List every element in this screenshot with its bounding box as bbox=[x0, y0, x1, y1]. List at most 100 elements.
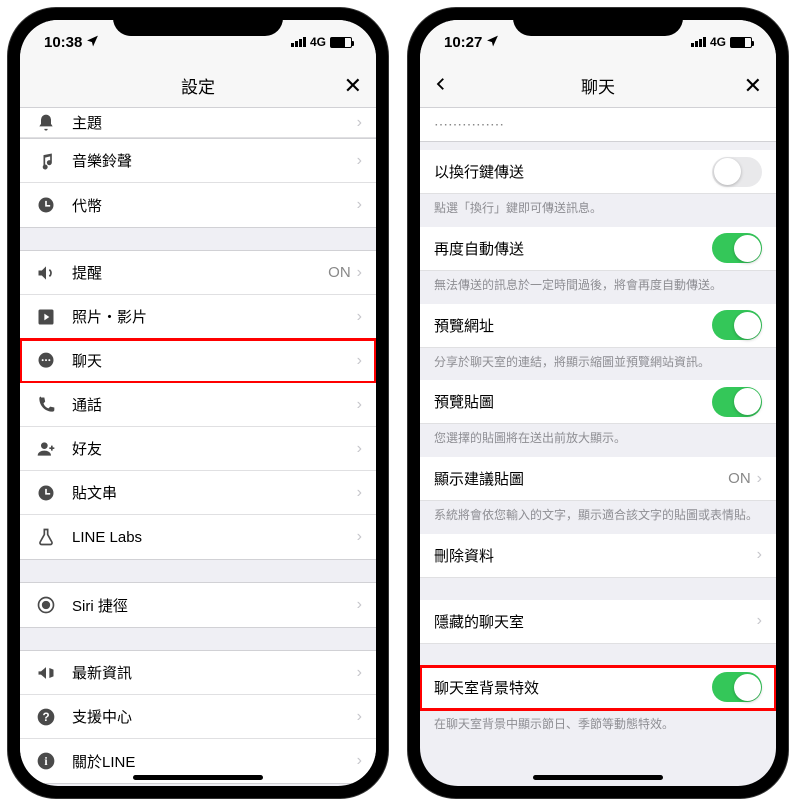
setting-row[interactable]: 以換行鍵傳送 bbox=[420, 150, 776, 194]
svg-text:?: ? bbox=[42, 711, 49, 724]
toggle-switch[interactable] bbox=[712, 157, 762, 187]
location-icon bbox=[86, 34, 99, 51]
page-title: 聊天 bbox=[581, 73, 615, 98]
list-item[interactable]: 音樂鈴聲 › bbox=[20, 139, 376, 183]
status-time: 10:38 bbox=[44, 34, 82, 51]
setting-label: 隱藏的聊天室 bbox=[434, 611, 757, 632]
item-label: 聊天 bbox=[72, 350, 357, 371]
notch bbox=[513, 8, 683, 36]
chevron-right-icon: › bbox=[757, 470, 762, 488]
setting-label: 刪除資料 bbox=[434, 545, 757, 566]
close-icon[interactable]: ✕ bbox=[744, 73, 762, 99]
list-item[interactable]: 照片・影片 › bbox=[20, 295, 376, 339]
setting-description: 分享於聊天室的連結，將顯示縮圖並預覽網站資訊。 bbox=[420, 348, 776, 381]
section-gap bbox=[20, 560, 376, 582]
toggle-switch[interactable] bbox=[712, 310, 762, 340]
list-item[interactable]: 好友 › bbox=[20, 427, 376, 471]
network-label: 4G bbox=[310, 35, 326, 49]
chevron-right-icon: › bbox=[757, 612, 762, 630]
speaker-icon bbox=[34, 261, 58, 285]
mega-icon bbox=[34, 661, 58, 685]
setting-description: 系統將會依您輸入的文字，顯示適合該文字的貼圖或表情貼。 bbox=[420, 501, 776, 534]
setting-row[interactable]: 隱藏的聊天室› bbox=[420, 600, 776, 644]
list-item[interactable]: 最新資訊 › bbox=[20, 651, 376, 695]
item-label: 主題 bbox=[72, 112, 357, 133]
chevron-right-icon: › bbox=[357, 596, 362, 614]
chat-settings-list[interactable]: ⋯⋯⋯⋯⋯ 以換行鍵傳送點選「換行」鍵即可傳送訊息。 再度自動傳送無法傳送的訊息… bbox=[420, 108, 776, 786]
setting-description: 您選擇的貼圖將在送出前放大顯示。 bbox=[420, 424, 776, 457]
chevron-right-icon: › bbox=[357, 484, 362, 502]
setting-row[interactable]: 預覽網址 bbox=[420, 304, 776, 348]
toggle-switch[interactable] bbox=[712, 387, 762, 417]
flask-icon bbox=[34, 525, 58, 549]
list-item[interactable]: 貼文串 › bbox=[20, 471, 376, 515]
signal-icon bbox=[291, 37, 306, 47]
battery-icon bbox=[730, 37, 752, 48]
toggle-switch[interactable] bbox=[712, 233, 762, 263]
setting-label: 聊天室背景特效 bbox=[434, 677, 712, 698]
setting-label: 預覽網址 bbox=[434, 315, 712, 336]
chevron-right-icon: › bbox=[357, 396, 362, 414]
section-gap bbox=[420, 578, 776, 600]
battery-icon bbox=[330, 37, 352, 48]
setting-description: 無法傳送的訊息於一定時間過後，將會再度自動傳送。 bbox=[420, 271, 776, 304]
list-item[interactable]: LINE Labs › bbox=[20, 515, 376, 559]
truncated-row: ⋯⋯⋯⋯⋯ bbox=[420, 108, 776, 142]
item-label: 貼文串 bbox=[72, 482, 357, 503]
chevron-right-icon: › bbox=[357, 752, 362, 770]
list-item[interactable]: 主題 › bbox=[20, 108, 376, 138]
nav-bar: 聊天 ✕ bbox=[420, 64, 776, 108]
setting-row[interactable]: 聊天室背景特效 bbox=[420, 666, 776, 710]
list-item[interactable]: 代幣 › bbox=[20, 183, 376, 227]
toggle-switch[interactable] bbox=[712, 672, 762, 702]
chevron-right-icon: › bbox=[357, 114, 362, 132]
clock-icon bbox=[34, 481, 58, 505]
clock-icon bbox=[34, 193, 58, 217]
settings-list[interactable]: 主題 › 音樂鈴聲 › 代幣 › 提醒 ON › 照片・影片 › 聊天 › 通話… bbox=[20, 108, 376, 786]
page-title: 設定 bbox=[181, 73, 215, 98]
setting-row[interactable]: 刪除資料› bbox=[420, 534, 776, 578]
chevron-right-icon: › bbox=[757, 546, 762, 564]
item-label: 支援中心 bbox=[72, 706, 357, 727]
back-icon[interactable] bbox=[432, 73, 450, 99]
setting-row[interactable]: 預覽貼圖 bbox=[420, 380, 776, 424]
chat-icon bbox=[34, 349, 58, 373]
section-gap bbox=[20, 228, 376, 250]
chevron-right-icon: › bbox=[357, 196, 362, 214]
notch bbox=[113, 8, 283, 36]
setting-description: 點選「換行」鍵即可傳送訊息。 bbox=[420, 194, 776, 227]
nav-bar: 設定 ✕ bbox=[20, 64, 376, 108]
item-label: 音樂鈴聲 bbox=[72, 150, 357, 171]
help-icon: ? bbox=[34, 705, 58, 729]
chevron-right-icon: › bbox=[357, 264, 362, 282]
close-icon[interactable]: ✕ bbox=[344, 73, 362, 99]
setting-row[interactable]: 顯示建議貼圖ON› bbox=[420, 457, 776, 501]
item-value: ON bbox=[328, 264, 351, 281]
setting-label: 預覽貼圖 bbox=[434, 391, 712, 412]
item-label: 好友 bbox=[72, 438, 357, 459]
chevron-right-icon: › bbox=[357, 308, 362, 326]
screen-left: 10:38 4G 設定 ✕ 主題 › 音樂鈴聲 › 代幣 › 提醒 bbox=[20, 20, 376, 786]
list-item[interactable]: 聊天 › bbox=[20, 339, 376, 383]
chevron-right-icon: › bbox=[357, 352, 362, 370]
item-label: 通話 bbox=[72, 394, 357, 415]
list-item[interactable]: Siri 捷徑 › bbox=[20, 583, 376, 627]
chevron-right-icon: › bbox=[357, 440, 362, 458]
setting-row[interactable]: 再度自動傳送 bbox=[420, 227, 776, 271]
section-gap bbox=[420, 644, 776, 666]
item-value: ON bbox=[728, 470, 751, 487]
item-label: 代幣 bbox=[72, 195, 357, 216]
list-item[interactable]: 通話 › bbox=[20, 383, 376, 427]
item-label: 提醒 bbox=[72, 262, 328, 283]
home-indicator bbox=[533, 775, 663, 780]
list-item[interactable]: 提醒 ON › bbox=[20, 251, 376, 295]
list-item[interactable]: ? 支援中心 › bbox=[20, 695, 376, 739]
phone-right: 10:27 4G 聊天 ✕ ⋯⋯⋯⋯⋯ 以換行鍵傳送點選「換行」鍵即可傳送訊息。… bbox=[408, 8, 788, 798]
home-indicator bbox=[133, 775, 263, 780]
location-icon bbox=[486, 34, 499, 51]
item-label: 關於LINE bbox=[72, 751, 357, 772]
item-label: Siri 捷徑 bbox=[72, 595, 357, 616]
setting-label: 以換行鍵傳送 bbox=[434, 161, 712, 182]
chevron-right-icon: › bbox=[357, 664, 362, 682]
play-icon bbox=[34, 305, 58, 329]
